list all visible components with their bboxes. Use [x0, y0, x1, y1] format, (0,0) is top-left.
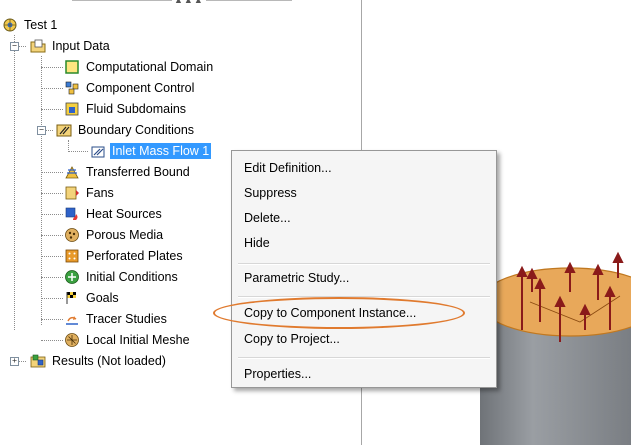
tree-node-label: Goals: [86, 290, 119, 305]
transferred-boundary-icon: [65, 165, 79, 178]
tree-node-label: Boundary Conditions: [78, 122, 195, 137]
tree-node-label: Initial Conditions: [86, 269, 178, 284]
tree-node-label: Inlet Mass Flow 1: [110, 142, 212, 159]
tree-node-label: Results (Not loaded): [52, 353, 166, 368]
menu-item-hide[interactable]: Hide: [244, 234, 270, 252]
tree-connector: [41, 235, 63, 236]
tree-node-transferred-boundary[interactable]: Transferred Bound: [64, 161, 192, 182]
tree-node-tracer-studies[interactable]: Tracer Studies: [64, 308, 169, 329]
tree-node-label: Porous Media: [86, 227, 164, 242]
menu-separator: [238, 263, 490, 265]
panel-resize-grip[interactable]: ▲▲▲: [72, 0, 292, 5]
inlet-flow-icon: [91, 146, 105, 157]
tree-node-label: Test 1: [24, 17, 58, 32]
fan-icon: [65, 186, 79, 199]
tree-node-fans[interactable]: Fans: [64, 182, 116, 203]
tree-connector: [41, 88, 63, 89]
tree-node-perforated-plates[interactable]: Perforated Plates: [64, 245, 185, 266]
menu-item-suppress[interactable]: Suppress: [244, 184, 297, 202]
tree-node-label: Fans: [86, 185, 114, 200]
context-menu: Edit Definition... Suppress Delete... Hi…: [231, 150, 497, 388]
tree-node-label: Component Control: [86, 80, 195, 95]
boundary-conditions-icon: [56, 124, 72, 136]
tree-node-label: Local Initial Meshe: [86, 332, 190, 347]
tree-connector: [41, 277, 63, 278]
tree-connector: [14, 35, 15, 330]
tracer-study-icon: [66, 315, 78, 325]
fluid-subdomain-icon: [65, 102, 79, 115]
tree-connector: [41, 214, 63, 215]
tree-connector: [41, 319, 63, 320]
tree-node-results[interactable]: Results (Not loaded): [30, 350, 168, 371]
porous-media-icon: [65, 227, 79, 242]
initial-conditions-icon: [65, 269, 79, 284]
tree-node-inlet-mass-flow-1[interactable]: Inlet Mass Flow 1: [90, 140, 212, 161]
goal-flag-icon: [66, 291, 76, 304]
tree-connector: [41, 298, 63, 299]
tree-node-heat-sources[interactable]: Heat Sources: [64, 203, 164, 224]
tree-connector: [68, 151, 88, 152]
tree-node-label: Fluid Subdomains: [86, 101, 187, 116]
tree-node-label: Transferred Bound: [86, 164, 190, 179]
tree-node-label: Computational Domain: [86, 59, 214, 74]
menu-item-delete[interactable]: Delete...: [244, 209, 291, 227]
tree-connector: [41, 67, 63, 68]
tree-node-root[interactable]: Test 1: [2, 14, 59, 35]
tree-node-initial-conditions[interactable]: Initial Conditions: [64, 266, 180, 287]
tree-node-fluid-subdomains[interactable]: Fluid Subdomains: [64, 98, 188, 119]
perforated-plate-icon: [65, 249, 79, 262]
local-mesh-icon: [65, 332, 79, 347]
tree-connector: [41, 172, 63, 173]
menu-separator: [238, 357, 490, 359]
expand-toggle[interactable]: +: [10, 357, 19, 366]
tree-node-label: Tracer Studies: [86, 311, 167, 326]
component-control-icon: [65, 81, 79, 94]
tree-connector: [41, 109, 63, 110]
folder-data-icon: [30, 39, 46, 52]
tree-node-component-control[interactable]: Component Control: [64, 77, 196, 98]
panel-grip-dots[interactable]: ▲▲▲: [172, 0, 206, 5]
domain-icon: [65, 59, 79, 74]
tree-connector: [41, 56, 42, 325]
tree-node-goals[interactable]: Goals: [64, 287, 121, 308]
tree-node-computational-domain[interactable]: Computational Domain: [64, 56, 215, 77]
tree-connector: [41, 193, 63, 194]
project-icon: [3, 18, 17, 31]
results-icon: [30, 354, 46, 367]
tree-connector: [41, 340, 63, 341]
menu-item-properties[interactable]: Properties...: [244, 365, 311, 383]
tree-node-label: Perforated Plates: [86, 248, 183, 263]
heat-source-icon: [65, 207, 78, 220]
tree-node-porous-media[interactable]: Porous Media: [64, 224, 165, 245]
menu-item-copy-to-project[interactable]: Copy to Project...: [244, 330, 340, 348]
menu-item-parametric-study[interactable]: Parametric Study...: [244, 269, 349, 287]
highlight-annotation-ellipse: [213, 297, 465, 329]
tree-node-label: Input Data: [52, 38, 110, 53]
collapse-toggle[interactable]: −: [37, 126, 46, 135]
tree-node-input-data[interactable]: Input Data: [30, 35, 112, 56]
collapse-toggle[interactable]: −: [10, 42, 19, 51]
tree-connector: [41, 256, 63, 257]
tree-node-boundary-conditions[interactable]: Boundary Conditions: [56, 119, 196, 140]
tree-node-local-initial-mesh[interactable]: Local Initial Meshe: [64, 329, 192, 350]
tree-node-label: Heat Sources: [86, 206, 162, 221]
menu-item-edit-definition[interactable]: Edit Definition...: [244, 159, 332, 177]
